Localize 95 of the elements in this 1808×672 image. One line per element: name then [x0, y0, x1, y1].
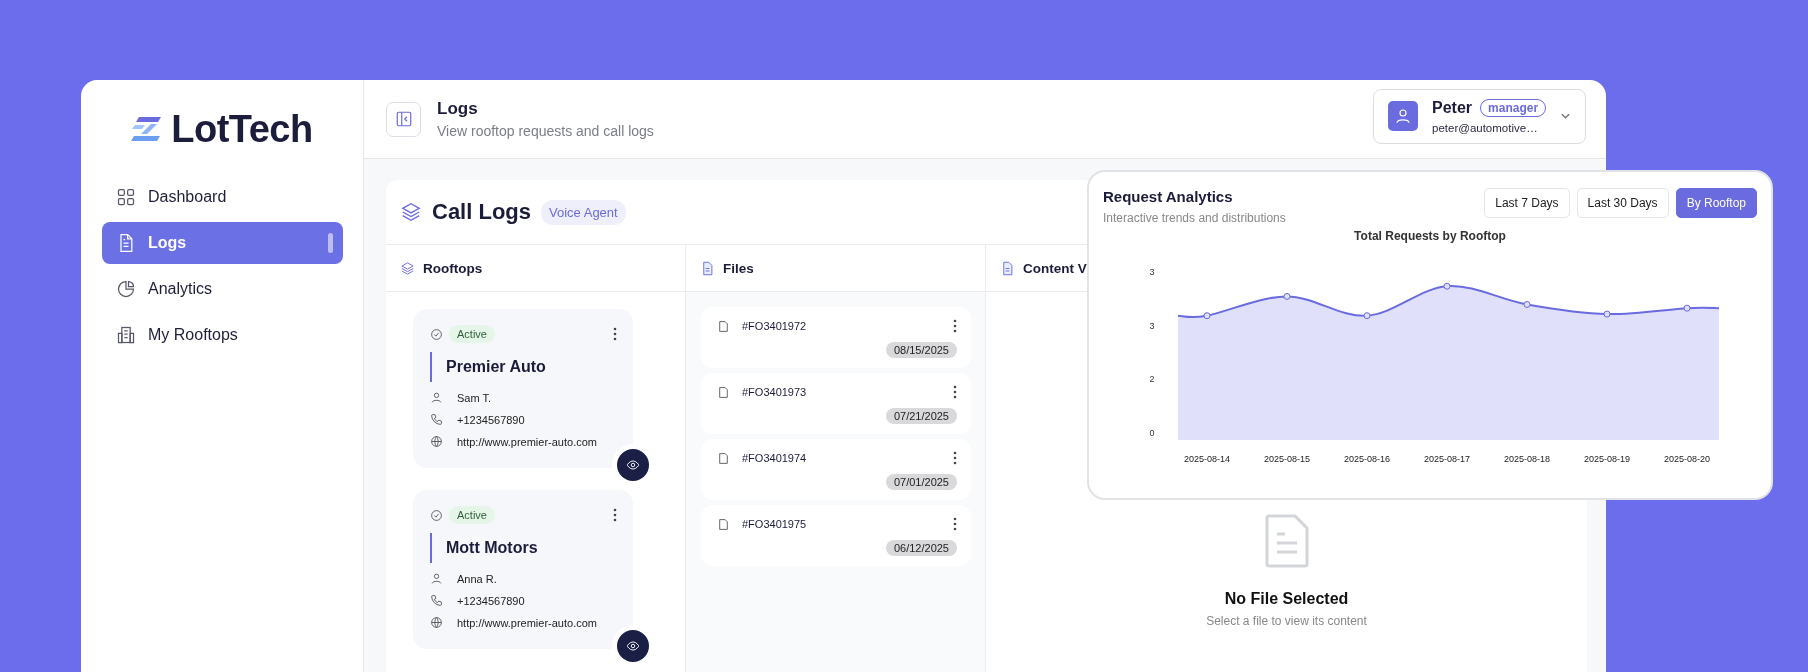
rooftop-name: Mott Motors — [430, 533, 617, 563]
x-tick-label: 2025-08-20 — [1664, 454, 1710, 464]
y-tick-label: 3 — [1149, 267, 1155, 278]
file-id: #FO3401974 — [742, 452, 807, 464]
more-icon[interactable] — [613, 327, 617, 341]
phone-number: +1234567890 — [457, 413, 525, 426]
more-icon[interactable] — [953, 517, 957, 531]
layers-icon — [400, 201, 422, 223]
website-link[interactable]: http://www.premier-auto.com — [457, 616, 597, 629]
file-id: #FO3401972 — [742, 320, 807, 332]
eye-icon — [626, 639, 640, 653]
dashboard-icon — [116, 187, 136, 207]
empty-state-title: No File Selected — [1224, 590, 1349, 608]
range-button[interactable]: By Rooftop — [1675, 188, 1757, 218]
eye-icon — [626, 458, 640, 472]
user-menu[interactable]: Peter manager peter@automotive… — [1373, 88, 1586, 144]
document-icon — [700, 260, 715, 276]
page-title: Logs — [437, 99, 479, 119]
popup-subtitle: Interactive trends and distributions — [1103, 211, 1287, 225]
file-icon — [717, 319, 730, 333]
x-tick-label: 2025-08-19 — [1584, 454, 1630, 464]
status-badge: Active — [449, 506, 495, 524]
file-item[interactable]: #FO3401975 06/12/2025 — [701, 505, 971, 566]
nav-item[interactable]: Dashboard — [102, 176, 343, 218]
contact-name: Sam T. — [457, 391, 492, 404]
globe-icon — [430, 616, 443, 629]
file-item[interactable]: #FO3401972 08/15/2025 — [701, 307, 971, 368]
file-icon — [717, 517, 730, 531]
globe-icon — [430, 435, 443, 448]
x-tick-label: 2025-08-17 — [1424, 454, 1470, 464]
file-id: #FO3401973 — [742, 386, 807, 398]
range-button[interactable]: Last 7 Days — [1484, 188, 1570, 218]
data-point — [1443, 282, 1451, 290]
empty-state-subtitle: Select a file to view its content — [1206, 614, 1367, 628]
person-icon — [430, 391, 443, 404]
more-icon[interactable] — [953, 385, 957, 399]
file-date: 08/15/2025 — [885, 342, 957, 358]
phone-icon — [430, 413, 443, 426]
x-tick-label: 2025-08-18 — [1504, 454, 1550, 464]
layers-icon — [400, 260, 415, 276]
nav-item[interactable]: Logs — [102, 222, 343, 264]
check-circle-icon — [430, 327, 443, 341]
file-item[interactable]: #FO3401974 07/01/2025 — [701, 439, 971, 500]
file-date: 07/21/2025 — [885, 408, 957, 424]
section-title: Call Logs — [432, 199, 531, 225]
more-icon[interactable] — [953, 319, 957, 333]
nav-item[interactable]: My Rooftops — [102, 314, 343, 356]
x-tick-label: 2025-08-16 — [1344, 454, 1390, 464]
file-id: #FO3401975 — [742, 518, 807, 530]
status-badge: Active — [449, 325, 495, 343]
check-circle-icon — [430, 508, 443, 522]
voice-agent-badge: Voice Agent — [541, 199, 626, 225]
column-header: Content V — [1023, 260, 1087, 276]
popup-title: Request Analytics — [1103, 188, 1234, 205]
building-icon — [116, 325, 136, 345]
data-point — [1603, 310, 1611, 318]
user-name: Peter — [1432, 98, 1473, 117]
more-icon[interactable] — [953, 451, 957, 465]
data-point — [1203, 312, 1211, 320]
contact-name: Anna R. — [457, 572, 497, 585]
document-icon — [1000, 260, 1015, 276]
y-tick-label: 2 — [1149, 374, 1155, 385]
more-icon[interactable] — [613, 508, 617, 522]
y-tick-label: 0 — [1149, 428, 1155, 438]
data-point — [1283, 292, 1291, 300]
data-point — [1363, 312, 1371, 320]
sidebar-icon — [394, 110, 413, 128]
file-date: 07/01/2025 — [885, 474, 957, 490]
file-item[interactable]: #FO3401973 07/21/2025 — [701, 373, 971, 434]
chart-title: Total Requests by Rooftop — [1354, 229, 1506, 243]
brand-name: LotTech — [171, 107, 313, 151]
x-tick-label: 2025-08-14 — [1184, 454, 1230, 464]
pie-chart-icon — [116, 279, 136, 299]
file-icon — [717, 385, 730, 399]
sidebar-toggle-button[interactable] — [386, 101, 421, 137]
data-point — [1523, 300, 1531, 308]
file-icon — [717, 451, 730, 465]
active-indicator — [328, 233, 333, 253]
nav-item[interactable]: Analytics — [102, 268, 343, 310]
range-button[interactable]: Last 30 Days — [1576, 188, 1669, 218]
column-header: Rooftops — [423, 260, 483, 276]
avatar-icon — [1388, 101, 1418, 131]
user-email: peter@automotive… — [1432, 121, 1539, 134]
file-date: 06/12/2025 — [885, 540, 957, 556]
website-link[interactable]: http://www.premier-auto.com — [457, 435, 597, 448]
phone-icon — [430, 594, 443, 607]
phone-number: +1234567890 — [457, 594, 525, 607]
data-point — [1683, 304, 1691, 312]
page-subtitle: View rooftop requests and call logs — [437, 123, 655, 139]
document-icon — [1264, 514, 1309, 568]
rooftop-name: Premier Auto — [430, 352, 617, 382]
person-icon — [430, 572, 443, 585]
y-tick-label: 3 — [1149, 320, 1155, 331]
column-header: Files — [723, 260, 754, 276]
x-tick-label: 2025-08-15 — [1264, 454, 1310, 464]
